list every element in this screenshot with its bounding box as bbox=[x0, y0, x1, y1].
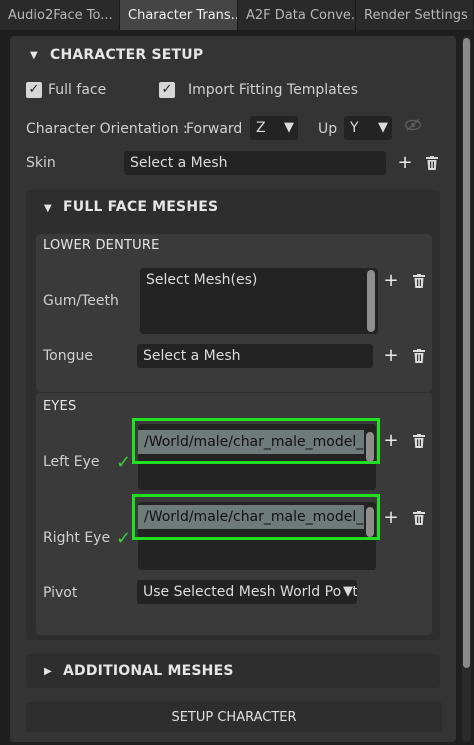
skin-mesh-field[interactable]: Select a Mesh bbox=[124, 151, 386, 175]
setup-character-button[interactable]: SETUP CHARACTER bbox=[26, 702, 442, 732]
tab-bar: Audio2Face To... Character Trans... A2F … bbox=[0, 0, 474, 30]
pivot-value: Use Selected Mesh World Posit bbox=[143, 584, 357, 600]
up-axis-value: Y bbox=[350, 120, 359, 136]
collapse-triangle-icon[interactable]: ▼ bbox=[30, 50, 38, 61]
tab-audio2face-tool[interactable]: Audio2Face To... bbox=[0, 0, 120, 30]
gum-teeth-mesh-list[interactable]: Select Mesh(es) bbox=[140, 268, 378, 334]
forward-axis-dropdown[interactable]: Z ▼ bbox=[250, 116, 298, 140]
full-face-meshes-header[interactable]: FULL FACE MESHES bbox=[63, 199, 218, 215]
orientation-label: Character Orientation : bbox=[26, 121, 188, 137]
up-label: Up bbox=[318, 121, 338, 137]
forward-axis-value: Z bbox=[256, 120, 266, 136]
eyes-header: EYES bbox=[43, 399, 77, 414]
add-icon[interactable]: + bbox=[382, 509, 400, 527]
trash-icon[interactable] bbox=[413, 274, 425, 288]
import-templates-checkbox[interactable]: ✓ bbox=[159, 82, 175, 98]
add-icon[interactable]: + bbox=[382, 272, 400, 290]
additional-meshes-header[interactable]: ADDITIONAL MESHES bbox=[63, 663, 234, 679]
left-eye-path[interactable]: /World/male/char_male_model_hi/l bbox=[138, 430, 364, 454]
trash-icon[interactable] bbox=[413, 434, 425, 448]
panel-scroll-thumb[interactable] bbox=[463, 38, 470, 668]
trash-icon[interactable] bbox=[413, 511, 425, 525]
tab-character-transfer[interactable]: Character Trans... bbox=[120, 0, 238, 30]
chevron-down-icon: ▼ bbox=[284, 120, 294, 135]
forward-label: Forward bbox=[186, 121, 243, 137]
full-face-checkbox[interactable]: ✓ bbox=[26, 82, 42, 98]
tab-a2f-data-conversion[interactable]: A2F Data Conve... bbox=[238, 0, 356, 30]
up-axis-dropdown[interactable]: Y ▼ bbox=[344, 116, 392, 140]
chevron-down-icon: ▼ bbox=[341, 580, 353, 604]
full-face-label: Full face bbox=[48, 82, 107, 98]
pivot-label: Pivot bbox=[43, 585, 78, 601]
character-setup-header[interactable]: CHARACTER SETUP bbox=[50, 47, 203, 63]
collapse-triangle-icon[interactable]: ▼ bbox=[44, 203, 52, 214]
trash-icon[interactable] bbox=[426, 156, 438, 170]
add-icon[interactable]: + bbox=[382, 347, 400, 365]
lower-denture-header: LOWER DENTURE bbox=[43, 238, 160, 253]
skin-label: Skin bbox=[26, 155, 56, 171]
add-icon[interactable]: + bbox=[396, 154, 414, 172]
right-eye-path[interactable]: /World/male/char_male_model_hi/r bbox=[138, 505, 364, 529]
gum-teeth-placeholder: Select Mesh(es) bbox=[146, 272, 258, 288]
trash-icon[interactable] bbox=[413, 349, 425, 363]
gum-teeth-list-scrollbar[interactable] bbox=[367, 270, 375, 332]
left-eye-list-scrollbar[interactable] bbox=[366, 432, 374, 462]
checkmark-icon: ✓ bbox=[116, 452, 132, 473]
gum-teeth-label: Gum/Teeth bbox=[43, 293, 119, 309]
checkmark-icon: ✓ bbox=[116, 528, 132, 549]
pivot-dropdown[interactable]: Use Selected Mesh World Posit ▼ bbox=[137, 580, 357, 604]
tab-render-settings[interactable]: Render Settings bbox=[356, 0, 474, 30]
import-templates-label: Import Fitting Templates bbox=[188, 82, 359, 98]
tongue-mesh-field[interactable]: Select a Mesh bbox=[137, 344, 373, 368]
eye-hidden-icon[interactable] bbox=[404, 118, 422, 132]
right-eye-list-scrollbar[interactable] bbox=[366, 507, 374, 537]
panel-scrollbar[interactable] bbox=[462, 36, 471, 742]
left-eye-label: Left Eye bbox=[43, 454, 100, 470]
chevron-down-icon: ▼ bbox=[378, 120, 388, 135]
tongue-label: Tongue bbox=[43, 348, 93, 364]
expand-triangle-icon[interactable]: ▶ bbox=[44, 666, 52, 677]
right-eye-label: Right Eye bbox=[43, 530, 111, 546]
add-icon[interactable]: + bbox=[382, 432, 400, 450]
